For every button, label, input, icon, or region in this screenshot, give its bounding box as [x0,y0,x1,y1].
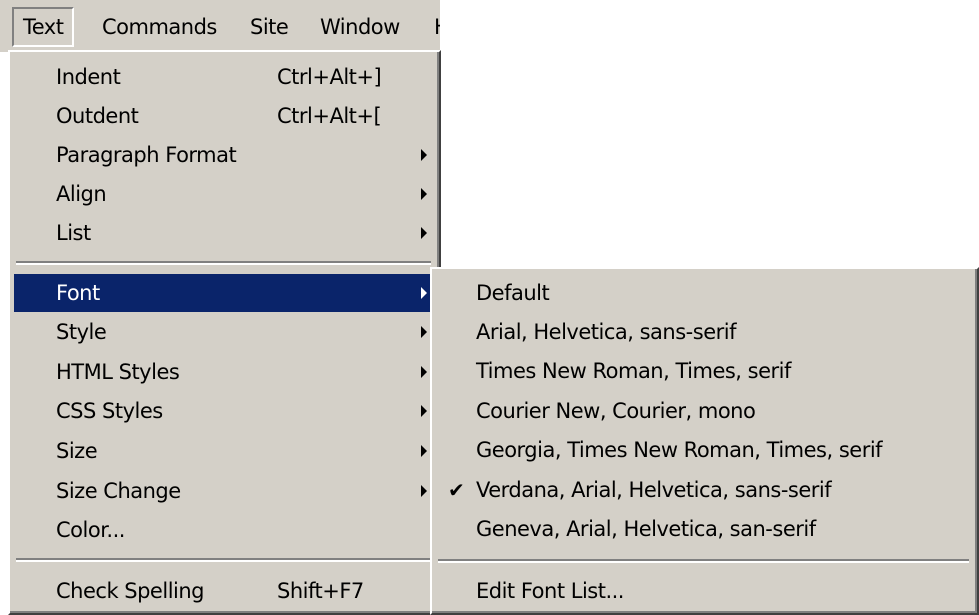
shortcut-label: Ctrl+Alt+] [277,65,382,89]
menu-item-label: Indent [56,65,121,89]
submenu-arrow-icon [421,227,427,239]
font-option-label: Arial, Helvetica, sans-serif [476,320,736,344]
font-option-label: Times New Roman, Times, serif [476,359,791,383]
font-option-default[interactable]: Default [436,274,971,312]
menu-item-label: List [56,221,91,245]
menu-item-align[interactable]: Align [14,175,433,213]
menu-help[interactable]: H [424,7,440,47]
menu-item-list[interactable]: List [14,214,433,252]
font-option-label: Default [476,281,550,305]
menu-window[interactable]: Window [310,7,410,47]
menu-separator [16,261,431,265]
submenu-arrow-icon [421,287,427,299]
font-option-arial[interactable]: Arial, Helvetica, sans-serif [436,313,971,351]
menu-item-label: Check Spelling [56,579,205,603]
menu-item-label: Outdent [56,104,139,128]
submenu-arrow-icon [421,366,427,378]
menu-item-label: Size [56,439,98,463]
font-option-label: Courier New, Courier, mono [476,399,756,423]
menu-separator [16,558,431,562]
menu-item-html-styles[interactable]: HTML Styles [14,353,433,391]
menu-item-label: Size Change [56,479,181,503]
menu-item-style[interactable]: Style [14,313,433,351]
shortcut-label: Ctrl+Alt+[ [277,104,382,128]
font-option-times[interactable]: Times New Roman, Times, serif [436,352,971,390]
submenu-arrow-icon [421,485,427,497]
submenu-arrow-icon [421,149,427,161]
font-option-courier[interactable]: Courier New, Courier, mono [436,392,971,430]
menu-item-label: Paragraph Format [56,143,237,167]
menu-item-css-styles[interactable]: CSS Styles [14,392,433,430]
menu-item-label: Font [56,281,100,305]
checkmark-icon: ✔ [448,478,465,502]
menu-item-paragraph-format[interactable]: Paragraph Format [14,136,433,174]
font-option-verdana[interactable]: ✔ Verdana, Arial, Helvetica, sans-serif [436,471,971,509]
shortcut-label: Shift+F7 [277,579,364,603]
font-option-label: Verdana, Arial, Helvetica, sans-serif [476,478,832,502]
menu-item-size-change[interactable]: Size Change [14,472,433,510]
font-option-geneva[interactable]: Geneva, Arial, Helvetica, san-serif [436,510,971,548]
menu-item-check-spelling[interactable]: Check Spelling Shift+F7 [14,572,433,610]
menu-site[interactable]: Site [240,7,298,47]
submenu-arrow-icon [421,405,427,417]
font-option-label: Edit Font List... [476,579,624,603]
menu-item-color[interactable]: Color... [14,511,433,549]
font-option-georgia[interactable]: Georgia, Times New Roman, Times, serif [436,431,971,469]
submenu-arrow-icon [421,326,427,338]
menu-item-label: CSS Styles [56,399,163,423]
menu-item-label: Align [56,182,107,206]
menu-text[interactable]: Text [12,7,75,47]
menu-item-size[interactable]: Size [14,432,433,470]
menu-item-label: Style [56,320,107,344]
font-option-label: Georgia, Times New Roman, Times, serif [476,438,883,462]
menu-item-indent[interactable]: Indent Ctrl+Alt+] [14,58,433,96]
menu-item-font[interactable]: Font [14,274,433,312]
menu-commands[interactable]: Commands [92,7,227,47]
menu-bar: Text Commands Site Window H [0,0,440,52]
edit-font-list-item[interactable]: Edit Font List... [436,572,971,610]
menu-item-outdent[interactable]: Outdent Ctrl+Alt+[ [14,97,433,135]
submenu-arrow-icon [421,445,427,457]
menu-separator [438,559,969,563]
text-menu-dropdown: Indent Ctrl+Alt+] Outdent Ctrl+Alt+[ Par… [8,50,441,615]
font-option-label: Geneva, Arial, Helvetica, san-serif [476,517,816,541]
submenu-arrow-icon [421,188,427,200]
menu-item-label: Color... [56,518,125,542]
font-submenu: Default Arial, Helvetica, sans-serif Tim… [430,267,979,615]
menu-item-label: HTML Styles [56,360,180,384]
